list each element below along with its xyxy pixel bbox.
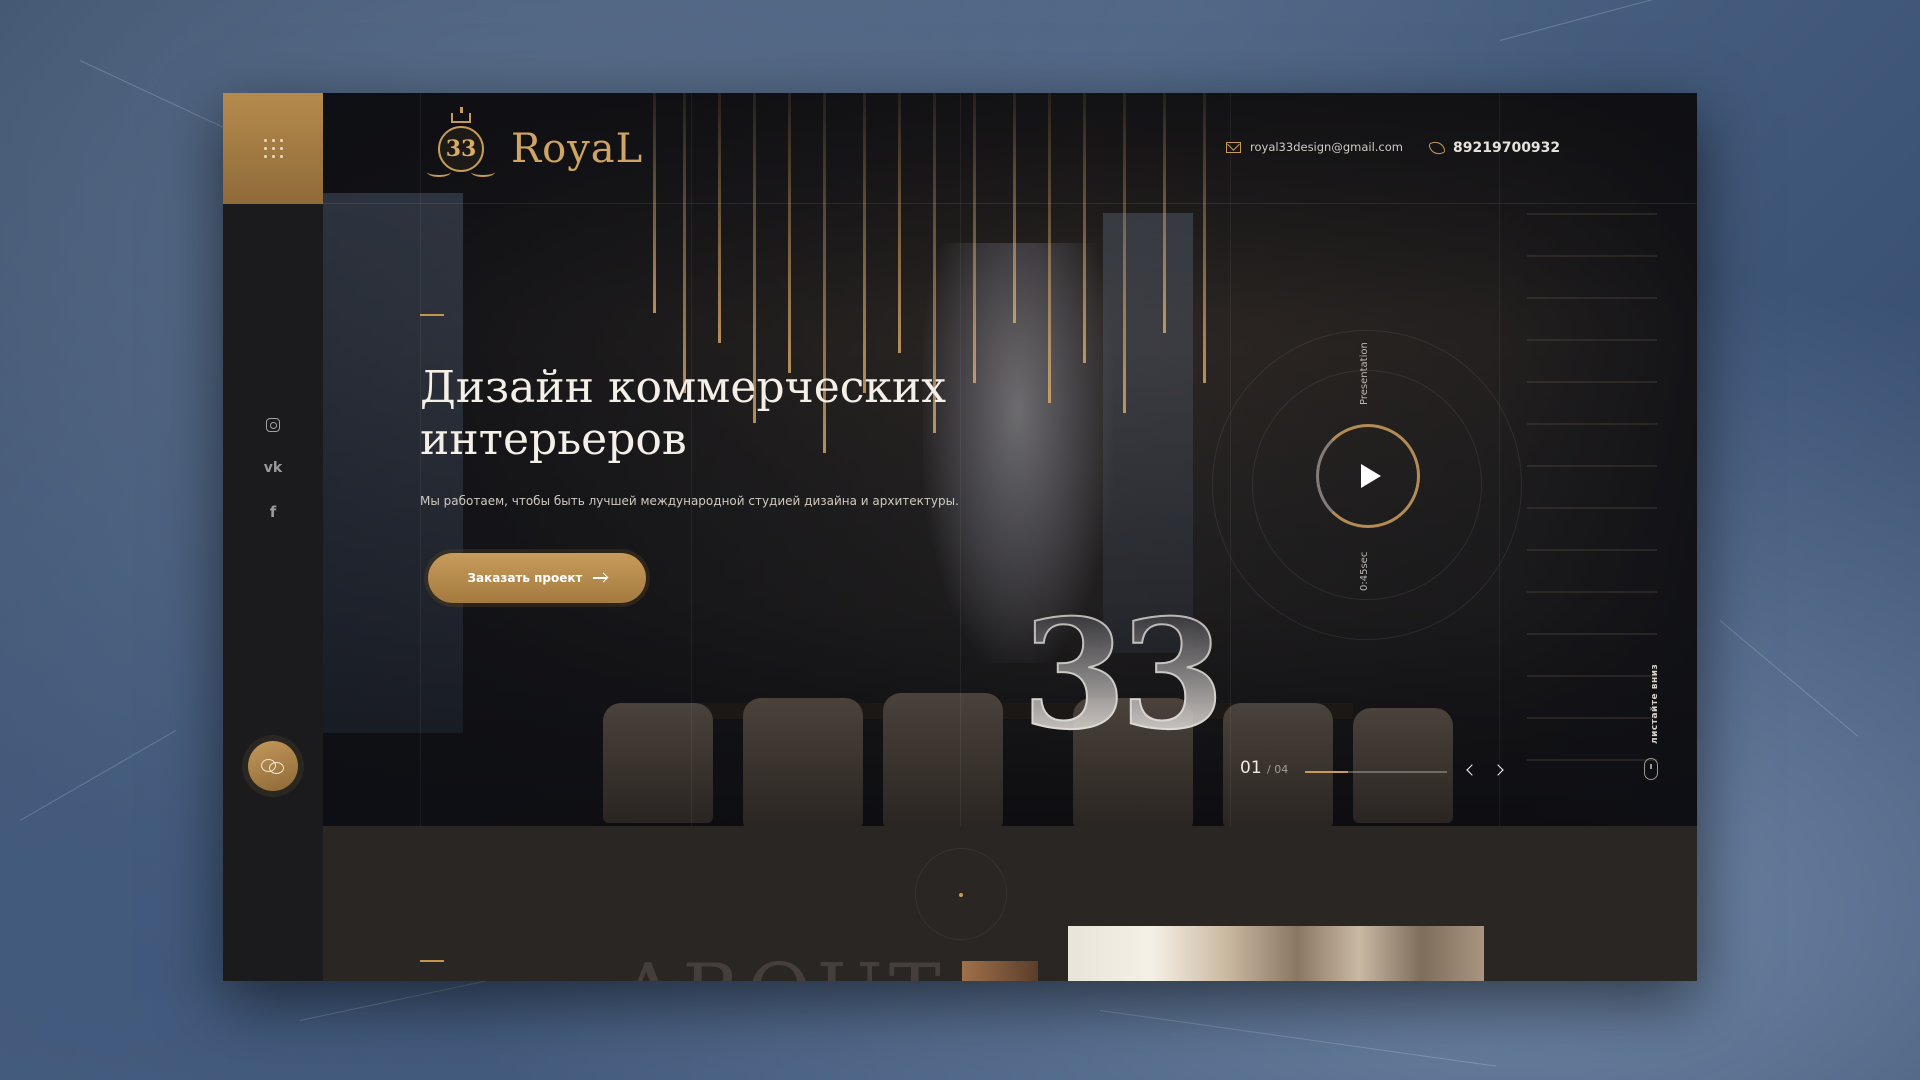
instagram-icon [266, 418, 280, 432]
hero-subtitle: Мы работаем, чтобы быть лучшей междунаро… [420, 494, 959, 508]
site-window: vk f 33 RoyaL Дизайн коммерческих интерь… [223, 93, 1697, 981]
video-label: Presentation [1359, 342, 1370, 405]
envelope-icon [1226, 141, 1241, 153]
chat-button[interactable] [242, 735, 304, 797]
chevron-left-icon [1466, 764, 1478, 776]
chevron-right-icon [1492, 764, 1504, 776]
hero-title-line2: интерьеров [420, 414, 687, 465]
play-video-button[interactable] [1316, 424, 1420, 528]
vk-icon: vk [263, 460, 283, 476]
order-project-label: Заказать проект [467, 571, 583, 585]
mouse-scroll-icon[interactable] [1644, 758, 1658, 780]
logo-number: 33 [438, 126, 484, 172]
slide-progress-fill [1305, 771, 1348, 773]
logo[interactable]: 33 RoyaL [421, 107, 644, 189]
phone-text: 89219700932 [1453, 140, 1561, 156]
chat-bubbles-icon [261, 757, 285, 775]
accent-line [420, 314, 444, 316]
phone-icon [1428, 139, 1446, 157]
slide-current: 01 [1240, 758, 1262, 778]
video-duration: 0:45sec [1359, 551, 1370, 591]
arrow-right-icon [592, 577, 607, 579]
about-heading: ABOUT [620, 948, 947, 981]
about-photo [1068, 926, 1484, 981]
menu-button[interactable] [223, 93, 323, 204]
about-thumbnail [962, 961, 1038, 981]
instagram-link[interactable] [223, 418, 323, 432]
order-project-button[interactable]: Заказать проект [428, 553, 646, 603]
play-icon [1360, 464, 1381, 488]
phone-link[interactable]: 89219700932 [1428, 139, 1561, 157]
facebook-icon: f [269, 503, 277, 521]
hero-title-line1: Дизайн коммерческих [420, 362, 947, 413]
slide-progress [1305, 771, 1447, 773]
menu-grid-icon [263, 139, 283, 158]
email-text: royal33design@gmail.com [1250, 140, 1403, 154]
logo-emblem: 33 [421, 107, 501, 189]
scroll-hint: листайте вниз [1650, 663, 1660, 744]
vk-link[interactable]: vk [223, 460, 323, 476]
left-rail: vk f [223, 93, 323, 981]
slide-total: / 04 [1267, 763, 1289, 776]
slide-counter: 01 / 04 [1240, 758, 1288, 778]
crown-icon [451, 107, 471, 123]
about-section [323, 826, 1697, 981]
brand-name: RoyaL [511, 126, 644, 172]
next-slide-button[interactable] [1490, 762, 1506, 778]
hero-title: Дизайн коммерческих интерьеров [420, 362, 1020, 466]
email-link[interactable]: royal33design@gmail.com [1226, 140, 1403, 154]
big-number: 33 [1021, 587, 1226, 763]
facebook-link[interactable]: f [223, 503, 323, 521]
prev-slide-button[interactable] [1464, 762, 1480, 778]
